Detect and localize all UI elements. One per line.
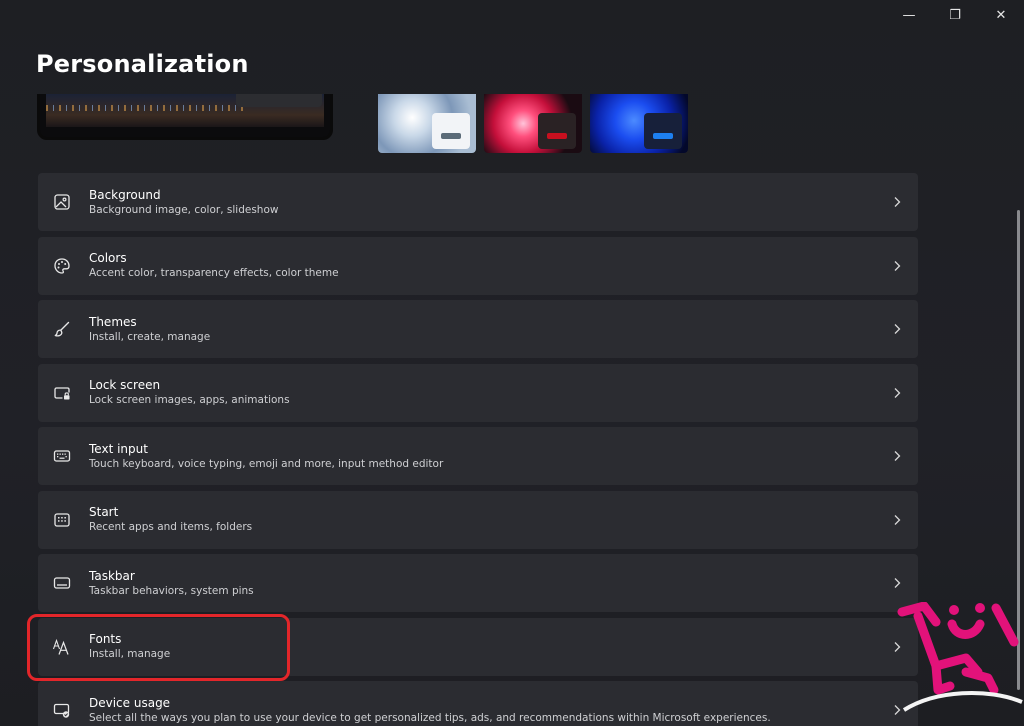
theme-accent-pill <box>441 133 461 139</box>
row-subtitle: Select all the ways you plan to use your… <box>89 711 771 724</box>
page-title: Personalization <box>36 50 249 78</box>
chevron-right-icon <box>894 324 901 334</box>
row-text: Colors Accent color, transparency effect… <box>89 251 339 280</box>
row-text: Background Background image, color, slid… <box>89 188 278 217</box>
settings-row-colors[interactable]: Colors Accent color, transparency effect… <box>38 236 918 295</box>
settings-window: — ❐ ✕ Personalization Background Backgro… <box>0 0 1024 726</box>
keyboard-icon <box>52 446 72 466</box>
row-text: Text input Touch keyboard, voice typing,… <box>89 442 443 471</box>
theme-accent-pill <box>547 133 567 139</box>
row-text: Taskbar Taskbar behaviors, system pins <box>89 569 254 598</box>
settings-row-background[interactable]: Background Background image, color, slid… <box>38 173 918 231</box>
lock-screen-icon <box>52 383 72 403</box>
row-subtitle: Install, create, manage <box>89 330 211 343</box>
row-text: Device usage Select all the ways you pla… <box>89 696 771 725</box>
minimize-button[interactable]: — <box>886 0 932 30</box>
minimize-icon: — <box>902 7 916 23</box>
theme-thumbnail-dark-blue[interactable] <box>590 94 688 153</box>
settings-row-device-usage[interactable]: Device usage Select all the ways you pla… <box>38 681 918 726</box>
theme-accent-pill <box>653 133 673 139</box>
fonts-icon <box>52 637 72 657</box>
taskbar-icon <box>52 573 72 593</box>
close-icon: ✕ <box>995 7 1007 23</box>
restore-button[interactable]: ❐ <box>932 0 978 30</box>
row-subtitle: Lock screen images, apps, animations <box>89 394 290 406</box>
row-text: Lock screen Lock screen images, apps, an… <box>89 378 290 407</box>
theme-preview-card <box>538 113 576 149</box>
row-subtitle: Accent color, transparency effects, colo… <box>89 267 339 279</box>
chevron-right-icon <box>894 387 901 398</box>
chevron-right-icon <box>894 260 901 271</box>
row-subtitle: Touch keyboard, voice typing, emoji and … <box>89 457 444 470</box>
chevron-right-icon <box>894 197 901 207</box>
row-text: Start Recent apps and items, folders <box>89 505 252 534</box>
settings-row-taskbar[interactable]: Taskbar Taskbar behaviors, system pins <box>38 554 918 612</box>
row-text: Themes Install, create, manage <box>89 315 210 344</box>
settings-row-lock-screen[interactable]: Lock screen Lock screen images, apps, an… <box>38 363 918 422</box>
desktop-preview <box>37 94 333 140</box>
row-title: Start <box>89 505 119 519</box>
brush-icon <box>52 319 72 339</box>
row-subtitle: Taskbar behaviors, system pins <box>89 584 254 597</box>
settings-row-themes[interactable]: Themes Install, create, manage <box>38 300 918 358</box>
close-button[interactable]: ✕ <box>978 0 1024 30</box>
row-subtitle: Recent apps and items, folders <box>89 521 253 533</box>
row-title: Lock screen <box>89 378 161 392</box>
theme-preview-card <box>432 113 470 149</box>
row-title: Themes <box>89 314 137 329</box>
row-subtitle: Background image, color, slideshow <box>89 203 279 216</box>
theme-thumbnail-glow[interactable] <box>484 94 582 153</box>
restore-icon: ❐ <box>949 7 961 23</box>
start-icon <box>52 510 72 530</box>
image-icon <box>52 192 72 212</box>
row-title: Background <box>89 187 161 202</box>
theme-preview-area <box>0 94 1024 160</box>
row-title: Text input <box>89 441 148 456</box>
row-title: Taskbar <box>89 568 135 583</box>
settings-row-fonts[interactable]: Fonts Install, manage <box>38 617 918 676</box>
title-bar: — ❐ ✕ <box>886 0 1024 30</box>
row-title: Colors <box>89 251 127 265</box>
device-usage-icon <box>52 700 72 720</box>
row-subtitle: Install, manage <box>89 648 171 660</box>
chevron-right-icon <box>894 451 901 461</box>
city-lights-decoration <box>46 105 246 111</box>
settings-row-start[interactable]: Start Recent apps and items, folders <box>38 490 918 549</box>
settings-list: Background Background image, color, slid… <box>38 173 918 726</box>
row-text: Fonts Install, manage <box>89 632 170 661</box>
theme-thumbnail-light[interactable] <box>378 94 476 153</box>
watermark-logo-icon <box>897 602 1023 712</box>
preview-window <box>236 94 322 107</box>
row-title: Device usage <box>89 695 171 710</box>
settings-row-text-input[interactable]: Text input Touch keyboard, voice typing,… <box>38 427 918 485</box>
palette-icon <box>52 256 72 276</box>
theme-preview-card <box>644 113 682 149</box>
row-title: Fonts <box>89 632 122 646</box>
chevron-right-icon <box>894 578 901 588</box>
chevron-right-icon <box>894 514 901 525</box>
